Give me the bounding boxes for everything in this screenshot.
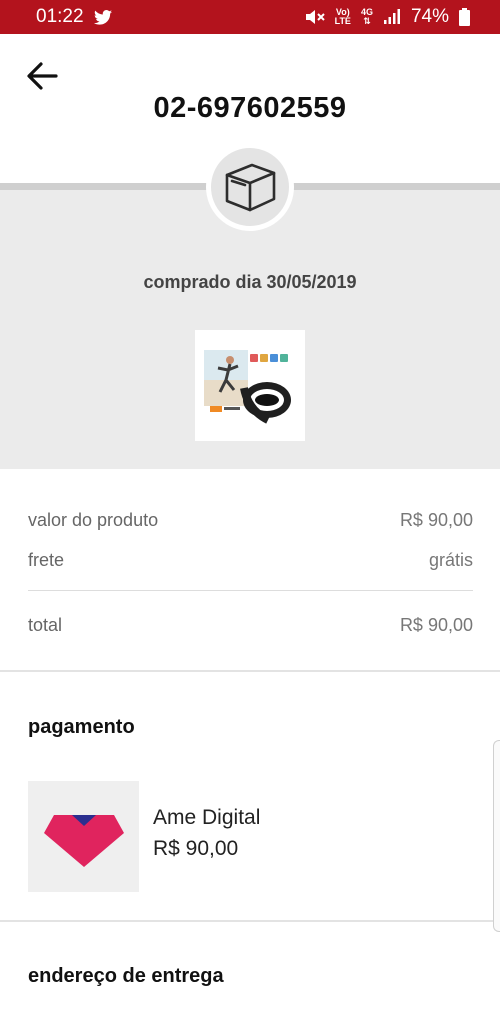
- clock: 01:22: [36, 6, 84, 27]
- progress-line-right: [290, 183, 500, 190]
- summary-row-shipping: frete grátis: [28, 540, 473, 580]
- total-label: total: [28, 614, 63, 635]
- payment-logo-card: [28, 781, 139, 892]
- section-divider: [0, 670, 500, 672]
- back-button[interactable]: [22, 58, 62, 94]
- data-indicator: 4G ⇅: [361, 8, 373, 26]
- package-status-badge: [206, 143, 294, 231]
- section-divider: [0, 920, 500, 922]
- order-detail-screen: 01:22 Vo) LTE 4G ⇅ 74% 02-697602559 comp…: [0, 0, 500, 1028]
- twitter-icon: [93, 9, 112, 25]
- delivery-address-title: endereço de entrega: [28, 965, 224, 987]
- signal-icon: [383, 9, 401, 25]
- side-scroll-handle[interactable]: [493, 740, 500, 932]
- data-arrows-icon: ⇅: [363, 16, 371, 26]
- price-summary: valor do produto R$ 90,00 frete grátis t…: [28, 500, 473, 645]
- row-value: grátis: [428, 549, 473, 570]
- purchase-date: comprado dia 30/05/2019: [143, 272, 357, 292]
- summary-divider: [28, 590, 473, 591]
- order-info-band: comprado dia 30/05/2019: [0, 190, 500, 469]
- payment-method-name: Ame Digital: [153, 806, 261, 829]
- status-right: Vo) LTE 4G ⇅ 74%: [305, 6, 470, 28]
- product-image[interactable]: [195, 330, 305, 441]
- status-left: 01:22: [36, 6, 112, 28]
- ame-digital-logo: [43, 814, 124, 867]
- battery-percent: 74%: [410, 6, 449, 27]
- battery-icon: [459, 8, 470, 26]
- summary-row-product: valor do produto R$ 90,00: [28, 500, 473, 540]
- status-bar: 01:22 Vo) LTE 4G ⇅ 74%: [0, 0, 500, 34]
- volte-indicator: Vo) LTE: [335, 8, 351, 26]
- total-value: R$ 90,00: [399, 614, 473, 635]
- payment-title: pagamento: [28, 716, 135, 738]
- lte-label: LTE: [334, 16, 351, 26]
- row-label: frete: [28, 549, 65, 570]
- order-number: 02-697602559: [153, 92, 347, 124]
- row-label: valor do produto: [28, 509, 159, 530]
- package-icon: [225, 163, 276, 212]
- progress-line-left: [0, 183, 210, 190]
- mute-icon: [305, 9, 325, 25]
- fitness-band-image: [204, 339, 296, 432]
- arrow-left-icon: [27, 62, 58, 90]
- payment-amount: R$ 90,00: [153, 837, 239, 860]
- summary-row-total: total R$ 90,00: [28, 605, 473, 645]
- row-value: R$ 90,00: [399, 509, 473, 530]
